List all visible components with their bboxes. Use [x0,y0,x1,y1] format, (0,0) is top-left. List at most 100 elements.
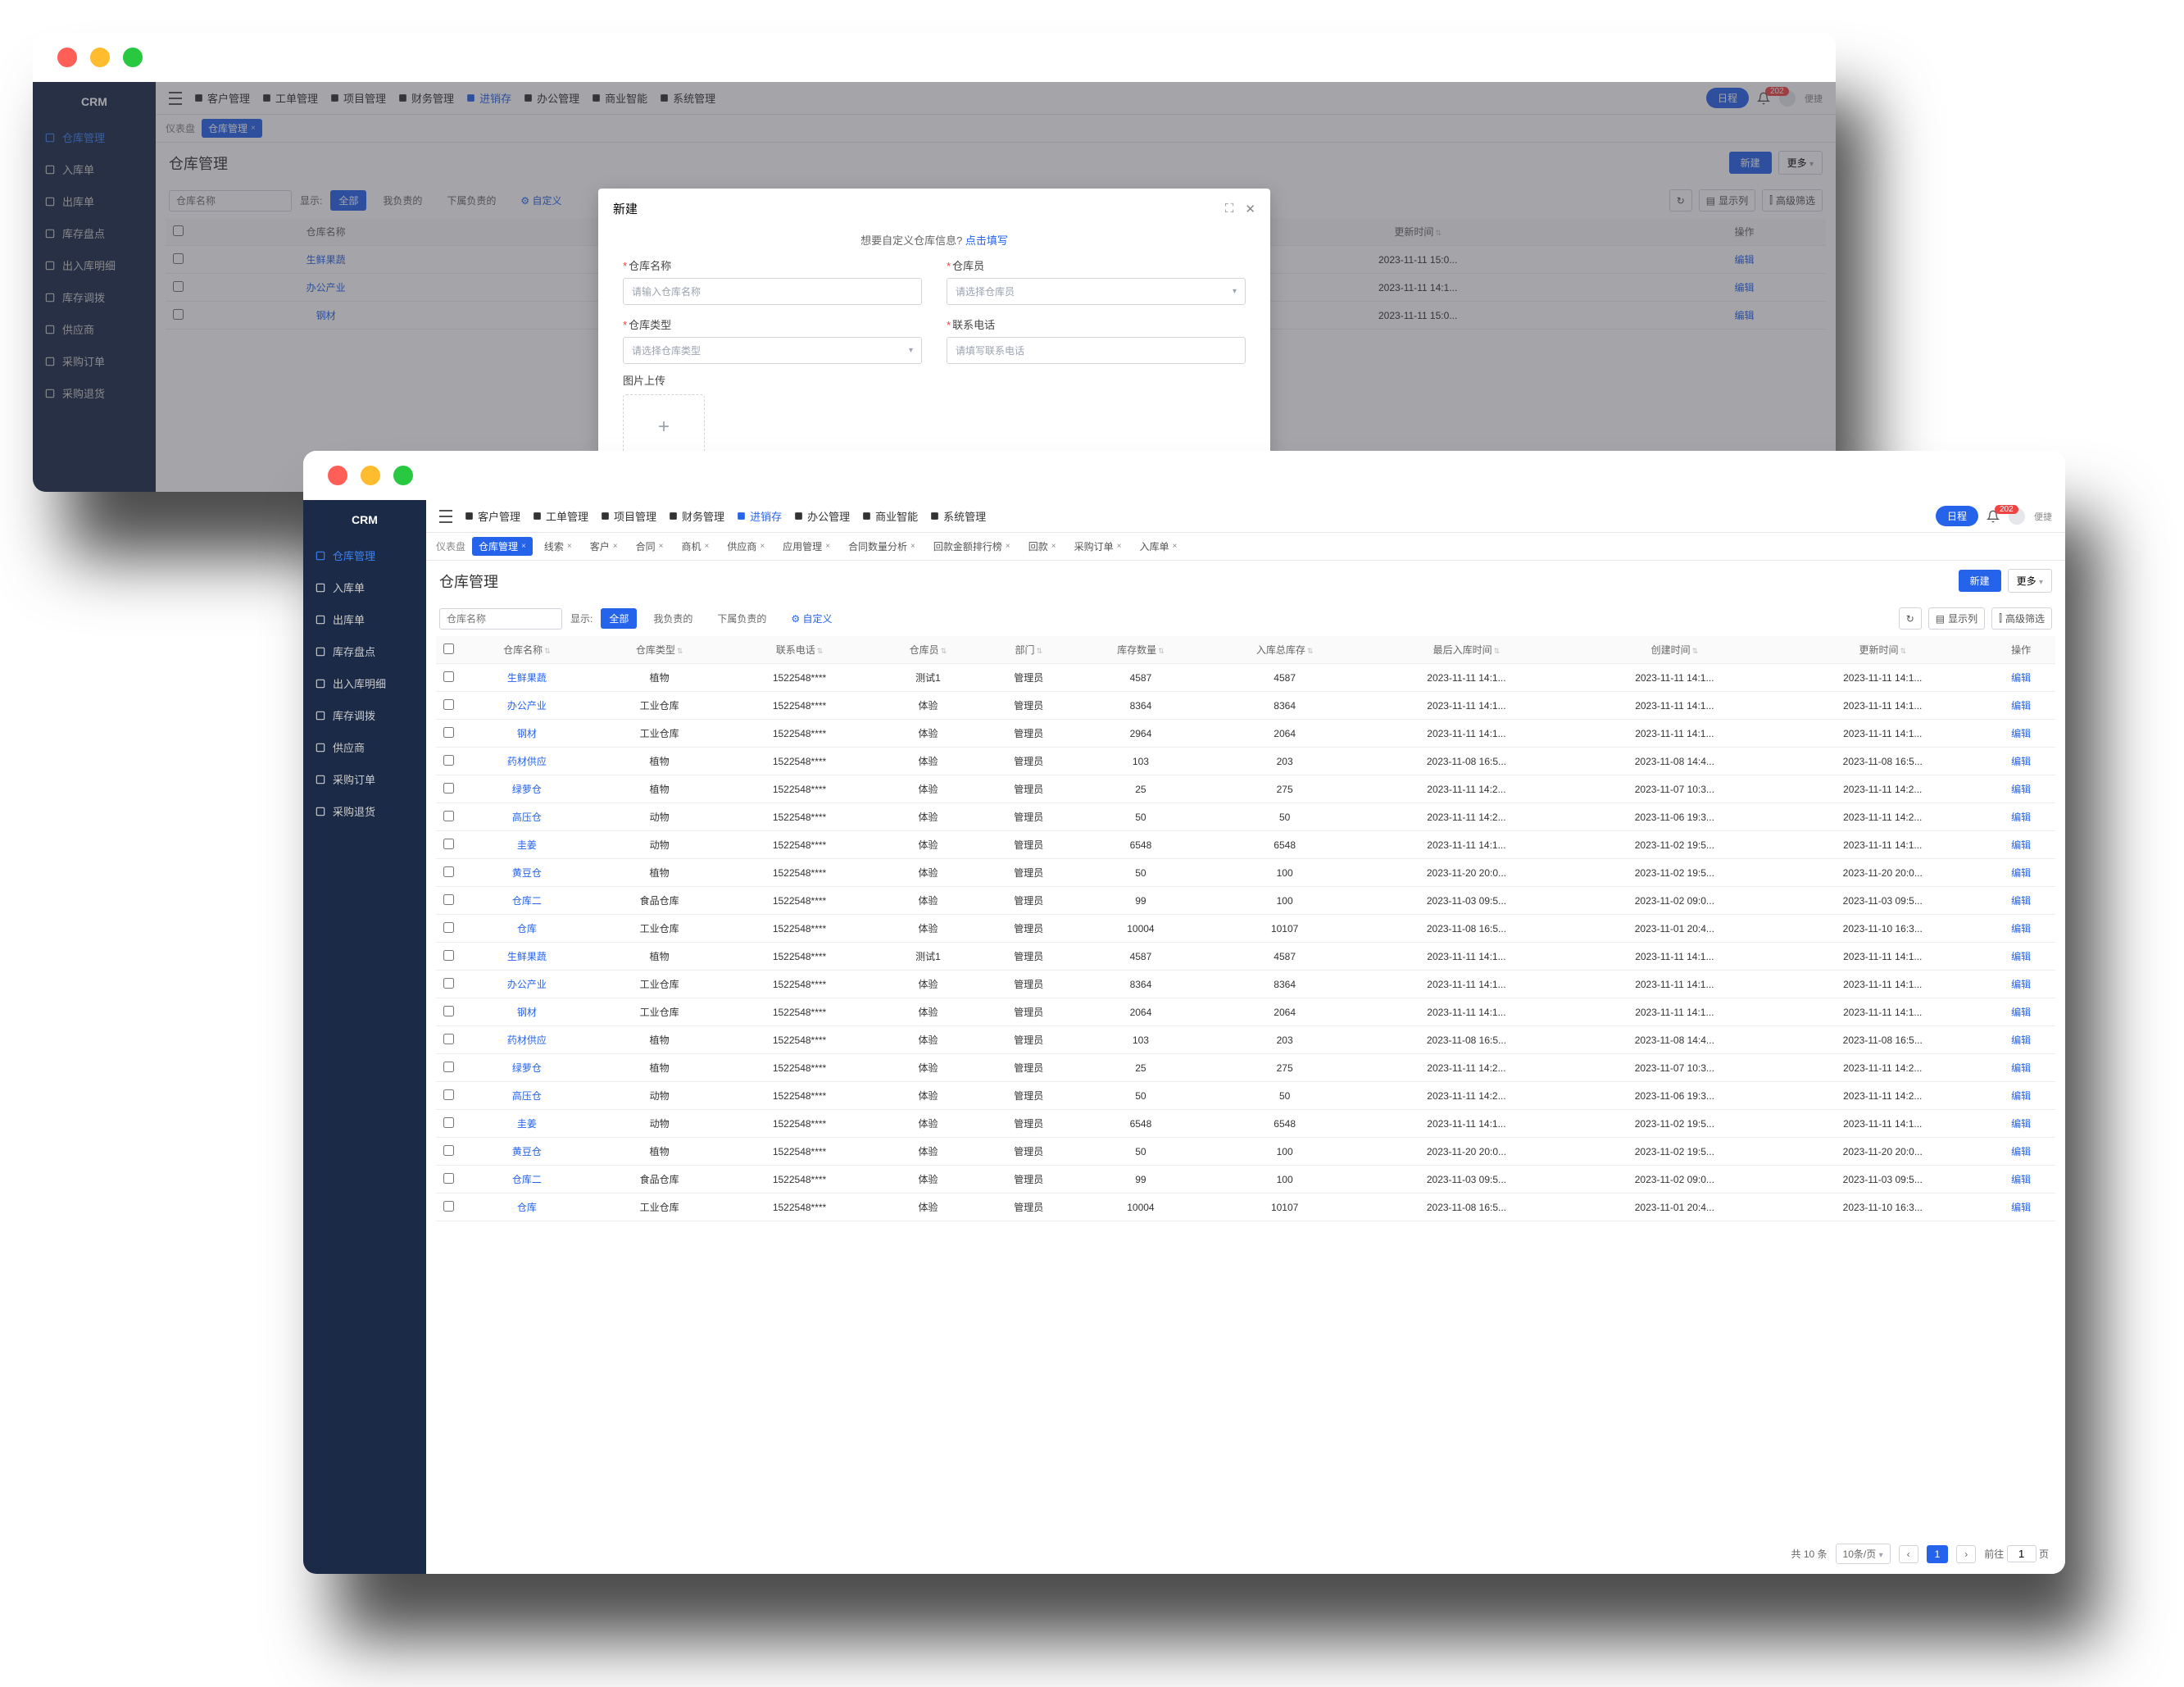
row-name-link[interactable]: 办公产业 [507,700,547,712]
col-9[interactable]: 更新时间⇅ [1778,636,1986,664]
tab-close-icon[interactable]: × [1172,542,1177,551]
tab-11[interactable]: 入库单× [1133,537,1183,556]
col-6[interactable]: 入库总库存⇅ [1207,636,1363,664]
nav-item-3[interactable]: 财务管理 [668,508,724,524]
row-checkbox[interactable] [443,1145,454,1156]
col-7[interactable]: 最后入库时间⇅ [1362,636,1570,664]
select-all-checkbox[interactable] [443,643,454,654]
tab-close-icon[interactable]: × [1117,542,1122,551]
tab-close-icon[interactable]: × [910,542,915,551]
edit-link[interactable]: 编辑 [2011,1034,2031,1046]
upload-button[interactable]: + [623,394,705,460]
tab-3[interactable]: 合同× [629,537,670,556]
row-name-link[interactable]: 绿萝仓 [512,1062,542,1074]
refresh-button[interactable]: ↻ [1669,189,1692,211]
row-checkbox[interactable] [443,1173,454,1184]
row-name-link[interactable]: 黄豆仓 [512,1146,542,1157]
row-name-link[interactable]: 黄豆仓 [512,867,542,879]
tab-close-icon[interactable]: × [1006,542,1010,551]
nav-item-6[interactable]: 商业智能 [591,90,647,106]
edit-link[interactable]: 编辑 [1735,310,1755,321]
nav-item-4[interactable]: 进销存 [736,508,782,524]
tab-close-icon[interactable]: × [760,542,765,551]
col-5[interactable]: 库存数量⇅ [1074,636,1207,664]
edit-link[interactable]: 编辑 [2011,923,2031,934]
row-checkbox[interactable] [443,699,454,710]
window-max-icon[interactable] [123,48,143,67]
tab-0[interactable]: 仓库管理× [472,537,533,556]
window-close-icon[interactable] [57,48,77,67]
sidebar-item-0[interactable]: 仓库管理 [303,539,426,571]
row-name-link[interactable]: 仓库 [517,1202,537,1213]
nav-item-0[interactable]: 客户管理 [193,90,250,106]
row-name-link[interactable]: 生鲜果蔬 [507,951,547,962]
row-checkbox[interactable] [443,978,454,989]
col-3[interactable]: 仓库员⇅ [874,636,983,664]
sidebar-item-5[interactable]: 库存调拨 [33,281,156,313]
row-checkbox[interactable] [443,1117,454,1128]
filter-all[interactable]: 全部 [330,190,366,211]
columns-button[interactable]: ▤ 显示列 [1699,189,1755,211]
filter-button[interactable]: ⫿ 高级筛选 [1762,189,1823,211]
bell-icon[interactable]: 202 [1986,510,2000,523]
window-min-icon[interactable] [90,48,110,67]
nav-item-2[interactable]: 项目管理 [600,508,656,524]
sidebar-item-7[interactable]: 采购订单 [33,345,156,377]
row-checkbox[interactable] [443,727,454,738]
row-checkbox[interactable] [443,671,454,682]
fullscreen-icon[interactable]: ⛶ [1225,202,1234,216]
keeper-select[interactable]: 请选择仓库员▾ [947,278,1246,305]
tab-close-icon[interactable]: × [567,542,572,551]
sidebar-item-0[interactable]: 仓库管理 [33,121,156,153]
filter-sub[interactable]: 下属负责的 [438,190,504,211]
bell-icon[interactable]: 202 [1757,92,1770,105]
sidebar-item-8[interactable]: 采购退货 [33,377,156,409]
col-4[interactable]: 部门⇅ [983,636,1074,664]
edit-link[interactable]: 编辑 [2011,1174,2031,1185]
col-name[interactable]: 仓库名称 [190,218,461,246]
row-name-link[interactable]: 生鲜果蔬 [507,672,547,684]
tab-close-icon[interactable]: × [613,542,618,551]
row-name-link[interactable]: 仓库 [517,923,537,934]
calendar-button[interactable]: 日程 [1936,506,1978,526]
filter-sub[interactable]: 下属负责的 [709,608,774,629]
sidebar-item-3[interactable]: 库存盘点 [303,635,426,667]
edit-link[interactable]: 编辑 [2011,784,2031,795]
tab-2[interactable]: 客户× [583,537,624,556]
row-name-link[interactable]: 办公产业 [306,282,346,293]
col-1[interactable]: 仓库类型⇅ [593,636,726,664]
type-select[interactable]: 请选择仓库类型▾ [623,337,922,364]
edit-link[interactable]: 编辑 [2011,756,2031,767]
search-input[interactable] [439,608,562,630]
row-checkbox[interactable] [443,1006,454,1016]
edit-link[interactable]: 编辑 [2011,1118,2031,1130]
edit-link[interactable]: 编辑 [2011,1007,2031,1018]
edit-link[interactable]: 编辑 [2011,1146,2031,1157]
page-1-button[interactable]: 1 [1927,1545,1949,1563]
nav-item-5[interactable]: 办公管理 [793,508,850,524]
sidebar-item-7[interactable]: 采购订单 [303,763,426,795]
refresh-button[interactable]: ↻ [1899,607,1922,630]
tab-close-icon[interactable]: × [521,542,526,551]
row-checkbox[interactable] [443,755,454,766]
nav-item-7[interactable]: 系统管理 [659,90,715,106]
close-icon[interactable]: ✕ [1245,202,1255,216]
edit-link[interactable]: 编辑 [2011,979,2031,990]
modal-tip-link[interactable]: 点击填写 [965,234,1008,247]
row-name-link[interactable]: 药材供应 [507,756,547,767]
nav-item-7[interactable]: 系统管理 [929,508,986,524]
page-size-select[interactable]: 10条/页 ▾ [1836,1544,1891,1564]
more-button[interactable]: 更多 ▾ [2008,569,2052,593]
filter-button[interactable]: ⫿ 高级筛选 [1991,607,2052,630]
columns-button[interactable]: ▤ 显示列 [1928,607,1985,630]
filter-mine[interactable]: 我负责的 [375,190,430,211]
tab-4[interactable]: 商机× [674,537,715,556]
sidebar-item-6[interactable]: 供应商 [303,731,426,763]
row-name-link[interactable]: 仓库二 [512,895,542,907]
filter-custom[interactable]: ⚙ 自定义 [783,608,840,629]
row-name-link[interactable]: 钢材 [316,310,336,321]
edit-link[interactable]: 编辑 [2011,839,2031,851]
sidebar-item-4[interactable]: 出入库明细 [303,667,426,699]
edit-link[interactable]: 编辑 [1735,254,1755,266]
col-10[interactable]: 操作 [1986,636,2055,664]
